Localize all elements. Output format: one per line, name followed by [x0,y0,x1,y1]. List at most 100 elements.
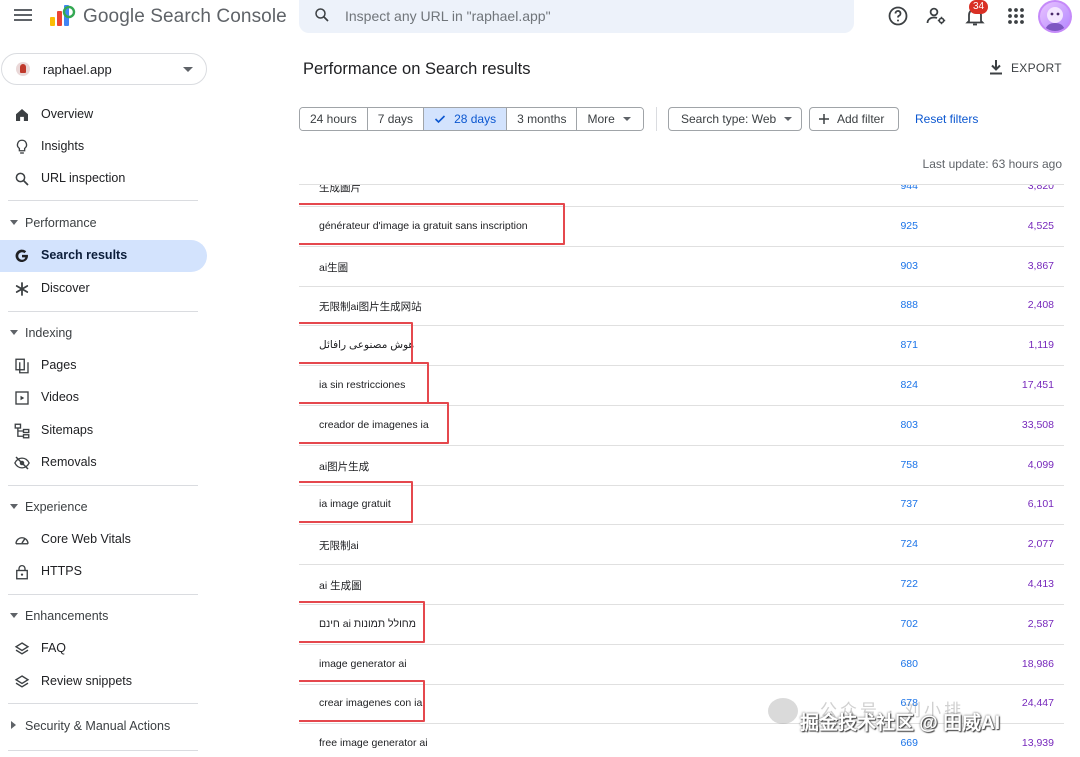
sidebar-divider [8,594,198,595]
export-button[interactable]: EXPORT [988,58,1068,78]
sidebar-item-videos[interactable]: Videos [0,382,207,414]
sidebar-section-experience[interactable]: Experience [0,496,200,520]
impressions-cell: 4,099 [1027,458,1054,471]
plus-icon [819,114,829,124]
query-cell: image generator ai [319,657,407,670]
table-row[interactable]: هوش مصنوعی رافائل 871 1,119 [299,322,1064,367]
clicks-cell: 724 [900,538,918,551]
impressions-cell: 1,119 [1028,339,1055,352]
query-cell: 无限制ai [319,540,359,553]
sitemap-icon [14,423,30,439]
property-selector[interactable]: raphael.app [1,53,207,85]
impressions-cell: 2,587 [1027,617,1054,630]
table-row[interactable]: générateur d'image ia gratuit sans inscr… [299,202,1064,247]
check-icon [434,115,446,124]
avatar-character-icon [1045,7,1065,31]
sidebar-section-indexing[interactable]: Indexing [0,322,200,346]
collapse-caret-icon [10,330,18,335]
chip-more-dropdown[interactable]: More [577,108,643,130]
clicks-cell: 702 [900,617,918,630]
sidebar-divider [8,485,198,486]
clicks-cell: 737 [900,498,918,511]
date-range-chips: 24 hours 7 days 28 days 3 months More [299,107,644,131]
sidebar-item-sitemaps[interactable]: Sitemaps [0,415,207,447]
table-row[interactable]: ai图片生成 758 4,099 [299,446,1064,486]
query-cell: free image generator ai [319,737,428,750]
url-inspect-search[interactable] [299,0,854,33]
clicks-cell: 680 [900,657,918,670]
account-avatar[interactable] [1038,0,1072,33]
page-title: Performance on Search results [303,60,531,78]
impressions-cell: 33,508 [1021,418,1054,431]
impressions-cell: 4,413 [1027,578,1054,590]
clicks-cell: 903 [900,259,918,272]
google-g-icon [15,249,28,263]
table-row[interactable]: ia image gratuit 737 6,101 [299,481,1064,526]
table-row[interactable]: מחולל תמונות ai חינם 702 2,587 [299,600,1064,645]
clicks-cell: 888 [900,299,918,312]
sidebar-item-insights[interactable]: Insights [0,131,207,163]
highlight-box [299,680,425,723]
sidebar-item-search-results[interactable]: Search results [0,240,207,272]
highlight-box [299,202,565,245]
table-row[interactable]: image generator ai 680 18,986 [299,645,1064,685]
clicks-cell: 824 [900,379,918,391]
impressions-cell: 24,447 [1021,697,1054,710]
reset-filters-link[interactable]: Reset filters [915,112,978,126]
sidebar-divider [8,200,198,201]
main-menu-icon[interactable] [12,6,34,26]
sidebar-item-faq[interactable]: FAQ [0,633,207,665]
collapse-caret-icon [10,613,18,618]
chip-28-days[interactable]: 28 days [424,108,508,130]
sidebar-item-url-inspection[interactable]: URL inspection [0,163,207,195]
sidebar-item-review-snippets[interactable]: Review snippets [0,666,207,698]
sidebar-divider [8,311,198,312]
table-row[interactable]: 无限制ai图片生成网站 888 2,408 [299,286,1064,327]
layers-icon [14,642,30,655]
search-type-dropdown[interactable]: Search type: Web [668,107,802,131]
impressions-cell: 3,820 [1027,184,1054,192]
main-content: Performance on Search results EXPORT 24 … [216,36,1080,757]
search-icon [15,172,29,186]
sidebar-section-performance[interactable]: Performance [0,212,200,236]
sidebar-item-discover[interactable]: Discover [0,273,207,305]
manage-users-icon[interactable] [924,4,948,28]
table-row[interactable]: ia sin restricciones 824 17,451 [299,362,1064,406]
chip-24-hours[interactable]: 24 hours [300,108,368,130]
url-inspect-input[interactable] [345,5,825,27]
table-row[interactable]: free image generator ai 669 13,939 [299,724,1064,757]
sidebar-section-enhancements[interactable]: Enhancements [0,605,200,629]
lightbulb-icon [16,139,28,154]
lock-icon [16,565,28,580]
table-row[interactable]: 无限制ai 724 2,077 [299,525,1064,566]
apps-grid-icon[interactable] [1004,4,1028,28]
highlight-box [299,600,425,643]
clicks-cell: 722 [900,578,918,590]
sidebar-item-overview[interactable]: Overview [0,99,207,131]
sidebar-item-https[interactable]: HTTPS [0,556,207,588]
clicks-cell: 678 [900,697,918,710]
table-row[interactable]: crear imagenes con ia 678 24,447 [299,680,1064,725]
clicks-cell: 925 [900,219,918,232]
add-filter-button[interactable]: Add filter [809,107,899,131]
help-icon[interactable] [886,4,910,28]
table-row[interactable]: ai生圖 903 3,867 [299,247,1064,287]
sidebar: raphael.app Overview Insights URL inspec… [0,36,216,757]
query-cell: ai生圖 [319,261,349,274]
sidebar-item-core-web-vitals[interactable]: Core Web Vitals [0,524,207,556]
sidebar-item-removals[interactable]: Removals [0,447,207,479]
clicks-cell: 944 [900,184,918,192]
clicks-cell: 758 [900,458,918,471]
impressions-cell: 6,101 [1027,498,1054,511]
table-row[interactable]: creador de imagenes ia 803 33,508 [299,401,1064,446]
sidebar-section-security[interactable]: Security & Manual Actions [0,715,200,739]
impressions-cell: 4,525 [1027,219,1054,232]
eye-off-icon [14,456,30,470]
sidebar-item-pages[interactable]: Pages [0,350,207,382]
clicks-cell: 871 [900,339,918,352]
impressions-cell: 17,451 [1021,379,1054,391]
table-row[interactable]: ai 生成圖 722 4,413 [299,565,1064,605]
chip-7-days[interactable]: 7 days [367,108,425,130]
chip-3-months[interactable]: 3 months [507,108,578,130]
search-console-logo-icon [50,5,76,26]
